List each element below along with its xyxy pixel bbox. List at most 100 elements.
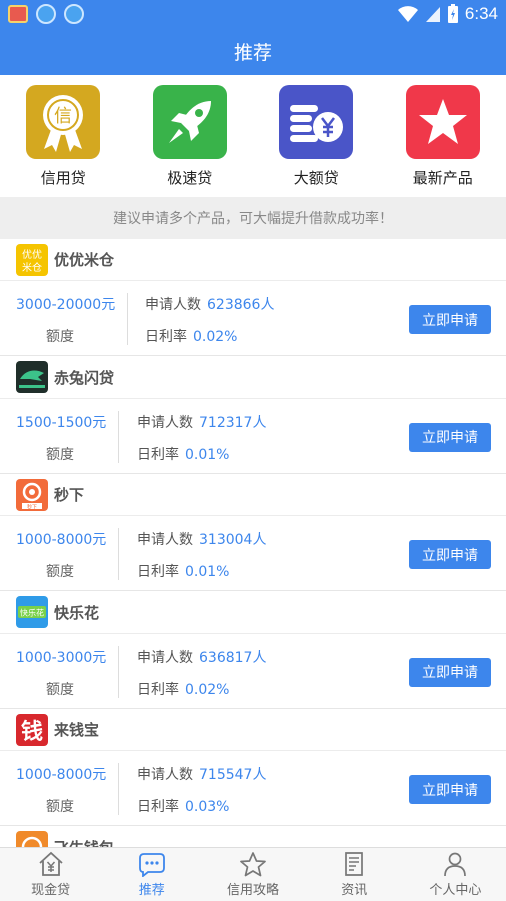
amount-label: 额度 bbox=[46, 799, 74, 815]
divider bbox=[118, 410, 119, 463]
amount-label: 额度 bbox=[46, 329, 74, 345]
apply-now-button[interactable]: 立即申请 bbox=[409, 305, 491, 334]
apply-now-button[interactable]: 立即申请 bbox=[409, 657, 491, 687]
product-name: 快乐花 bbox=[54, 603, 100, 622]
product-details: 3000-20000元 额度 申请人数 623866人 日利率 0.02% 立即申请 bbox=[0, 281, 506, 356]
product-list[interactable]: 优优 米仓 优优米仓 3000-20000元 额度 申请人数 623866人 日利率… bbox=[0, 239, 506, 847]
applicants-count: 313004人 bbox=[199, 532, 267, 548]
product-card[interactable]: 秒下 秒下 1000-8000元 额度 申请人数 313004人 日利率 0.01%… bbox=[0, 474, 506, 592]
category-label: 极速贷 bbox=[167, 169, 213, 187]
apply-now-button[interactable]: 立即申请 bbox=[409, 540, 491, 569]
applicants-label: 申请人数 bbox=[145, 297, 201, 313]
applicants-label: 申请人数 bbox=[137, 649, 193, 666]
bottom-tab-bar: 现金贷 推荐 信用攻略 资讯 个人中心 bbox=[0, 847, 506, 901]
applicants-row: 申请人数 623866人 bbox=[145, 294, 274, 314]
tab-credit-guide[interactable]: 信用攻略 bbox=[202, 848, 303, 901]
applicants-count: 623866人 bbox=[207, 297, 275, 313]
tab-label: 信用攻略 bbox=[227, 883, 280, 898]
signal-icon bbox=[425, 6, 440, 22]
rate-row: 日利率 0.02% bbox=[137, 679, 229, 699]
product-header: 秒下 秒下 bbox=[0, 474, 506, 516]
rocket-icon bbox=[152, 85, 227, 159]
apply-now-button[interactable]: 立即申请 bbox=[409, 422, 491, 452]
svg-text:优优: 优优 bbox=[22, 248, 42, 261]
credit-badge-icon: 信 bbox=[26, 85, 101, 159]
daily-rate: 0.01% bbox=[185, 446, 230, 463]
product-name: 飞牛钱包 bbox=[54, 837, 114, 848]
rate-row: 日利率 0.02% bbox=[145, 326, 237, 346]
applicants-count: 715547人 bbox=[199, 767, 267, 783]
battery-icon bbox=[447, 3, 458, 23]
chat-bubble-icon bbox=[138, 851, 166, 877]
rate-row: 日利率 0.03% bbox=[137, 796, 229, 816]
house-yen-icon bbox=[37, 851, 65, 877]
product-details: 1000-8000元 额度 申请人数 313004人 日利率 0.01% 立即申请 bbox=[0, 516, 506, 591]
product-logo: 快乐花 bbox=[16, 596, 48, 628]
credit-badge-char: 信 bbox=[54, 106, 72, 127]
app-notification-icon bbox=[36, 3, 56, 24]
svg-text:米仓: 米仓 bbox=[22, 261, 42, 274]
rate-label: 日利率 bbox=[145, 329, 187, 345]
product-details: 1000-3000元 额度 申请人数 636817人 日利率 0.02% 立即申请 bbox=[0, 634, 506, 709]
tab-recommend[interactable]: 推荐 bbox=[101, 848, 202, 901]
daily-rate: 0.03% bbox=[185, 799, 230, 815]
product-amount: 1000-3000元 bbox=[16, 649, 107, 666]
category-label: 大额贷 bbox=[293, 169, 339, 187]
product-header: 优优 米仓 优优米仓 bbox=[0, 239, 506, 281]
rate-label: 日利率 bbox=[137, 681, 179, 698]
product-logo bbox=[16, 361, 48, 393]
product-amount: 1000-8000元 bbox=[16, 767, 107, 783]
product-card[interactable]: 飞牛钱包 bbox=[0, 827, 506, 848]
tab-profile[interactable]: 个人中心 bbox=[405, 848, 506, 901]
svg-text:秒下: 秒下 bbox=[27, 503, 37, 510]
divider bbox=[118, 763, 119, 815]
divider bbox=[127, 293, 128, 345]
app-notification-icon bbox=[8, 4, 28, 23]
tab-news[interactable]: 资讯 bbox=[304, 848, 405, 901]
daily-rate: 0.01% bbox=[185, 564, 230, 580]
product-logo: 优优 米仓 bbox=[16, 243, 48, 276]
tab-cash-loan[interactable]: 现金贷 bbox=[0, 848, 101, 901]
amount-label: 额度 bbox=[46, 446, 74, 463]
product-card[interactable]: 赤兔闪贷 1500-1500元 额度 申请人数 712317人 日利率 0.01% … bbox=[0, 357, 506, 475]
rate-label: 日利率 bbox=[137, 446, 179, 463]
product-name: 来钱宝 bbox=[54, 721, 100, 739]
daily-rate: 0.02% bbox=[193, 329, 238, 345]
category-label: 最新产品 bbox=[412, 169, 473, 187]
tab-label: 推荐 bbox=[138, 883, 165, 898]
applicants-count: 712317人 bbox=[199, 414, 267, 431]
category-large-loan[interactable]: 大额贷 bbox=[266, 85, 366, 197]
product-amount: 3000-20000元 bbox=[16, 297, 116, 313]
category-new-products[interactable]: 最新产品 bbox=[393, 85, 493, 197]
category-label: 信用贷 bbox=[40, 169, 86, 187]
svg-text:快乐花: 快乐花 bbox=[20, 608, 44, 618]
product-details: 1500-1500元 额度 申请人数 712317人 日利率 0.01% 立即申请 bbox=[0, 399, 506, 474]
rate-row: 日利率 0.01% bbox=[137, 561, 229, 581]
apply-now-button[interactable]: 立即申请 bbox=[409, 775, 491, 804]
applicants-count: 636817人 bbox=[199, 649, 267, 666]
product-amount: 1000-8000元 bbox=[16, 532, 107, 548]
product-card[interactable]: 快乐花 快乐花 1000-3000元 额度 申请人数 636817人 日利率 0.0… bbox=[0, 592, 506, 710]
product-header: 赤兔闪贷 bbox=[0, 357, 506, 399]
product-logo bbox=[16, 831, 48, 847]
applicants-row: 申请人数 636817人 bbox=[137, 647, 266, 667]
applicants-label: 申请人数 bbox=[137, 532, 193, 548]
tip-text: 建议申请多个产品，可大幅提升借款成功率！ bbox=[113, 211, 393, 227]
product-card[interactable]: 优优 米仓 优优米仓 3000-20000元 额度 申请人数 623866人 日利率… bbox=[0, 239, 506, 357]
category-grid: 信 信用贷 极速贷 大额贷 最新产品 bbox=[0, 75, 506, 197]
amount-label: 额度 bbox=[46, 681, 74, 698]
svg-text:钱: 钱 bbox=[21, 719, 43, 745]
category-fast-loan[interactable]: 极速贷 bbox=[140, 85, 240, 197]
product-logo: 钱 bbox=[16, 713, 48, 746]
product-details: 1000-8000元 额度 申请人数 715547人 日利率 0.03% 立即申请 bbox=[0, 751, 506, 826]
applicants-label: 申请人数 bbox=[137, 767, 193, 783]
category-credit-loan[interactable]: 信 信用贷 bbox=[13, 85, 113, 197]
applicants-row: 申请人数 715547人 bbox=[137, 764, 266, 784]
rate-label: 日利率 bbox=[137, 564, 179, 580]
app-header: 推荐 bbox=[0, 27, 506, 75]
product-card[interactable]: 钱 来钱宝 1000-8000元 额度 申请人数 715547人 日利率 0.03%… bbox=[0, 709, 506, 827]
amount-label: 额度 bbox=[46, 564, 74, 580]
wifi-icon bbox=[397, 5, 418, 22]
notification-icons bbox=[8, 3, 84, 24]
tab-label: 现金贷 bbox=[31, 883, 71, 898]
